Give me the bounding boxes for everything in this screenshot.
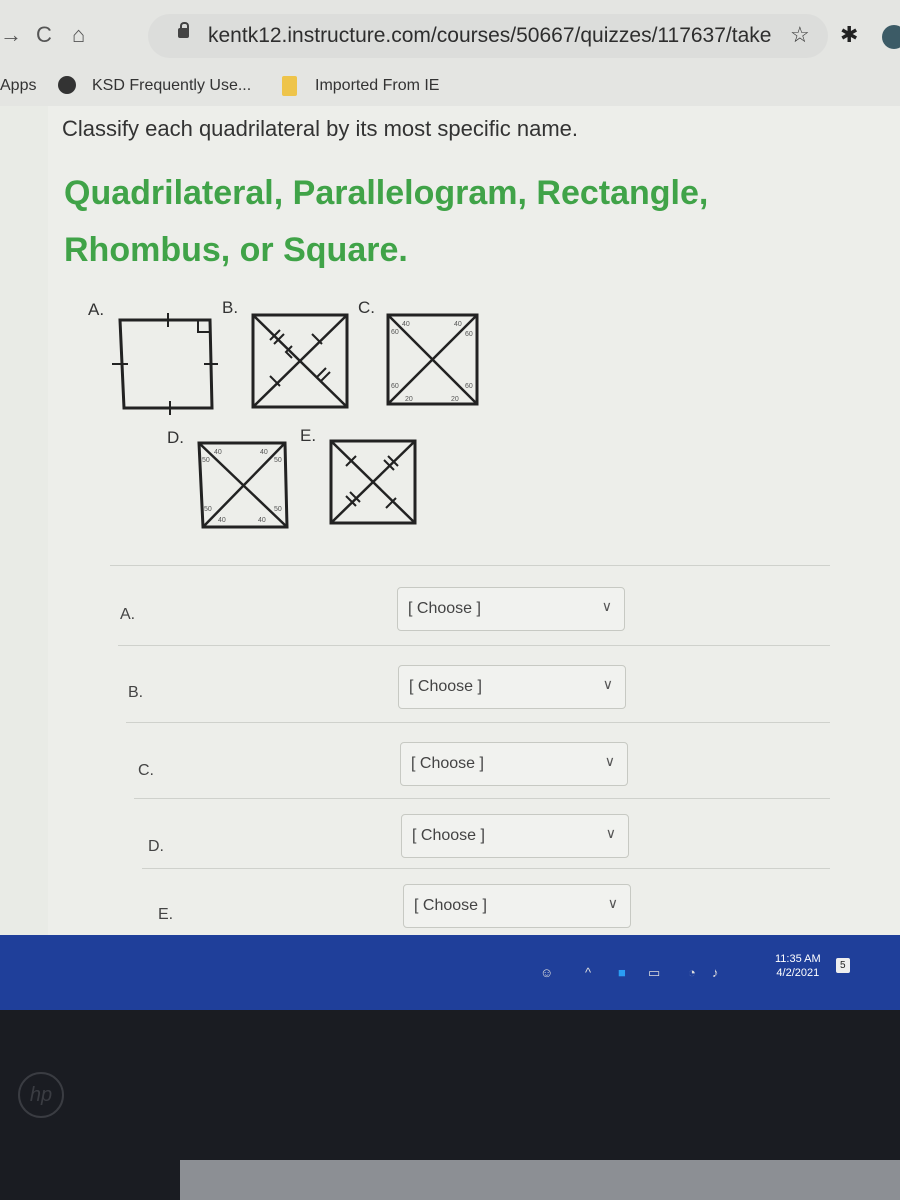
answer-select-e[interactable]: [ Choose ] ∨ <box>403 884 631 928</box>
bookmark-imported[interactable]: Imported From IE <box>315 77 439 95</box>
select-value: [ Choose ] <box>411 755 484 772</box>
chevron-down-icon: ∨ <box>602 676 613 692</box>
angle-label: 40 <box>218 517 226 524</box>
chevron-down-icon: ∨ <box>605 825 616 841</box>
clock-time: 11:35 AM <box>775 953 821 965</box>
forward-button[interactable]: → <box>0 22 22 48</box>
bookmark-ksd[interactable]: KSD Frequently Use... <box>92 77 251 95</box>
chevron-down-icon: ∨ <box>604 753 615 769</box>
divider <box>126 722 830 723</box>
bookmark-apps[interactable]: Apps <box>0 77 36 95</box>
screen: → C ⌂ kentk12.instructure.com/courses/50… <box>0 0 900 1010</box>
answer-label-e: E. <box>158 906 174 923</box>
angle-label: 60 <box>391 329 399 336</box>
angle-label: 50 <box>204 506 212 513</box>
answer-select-b[interactable]: [ Choose ] ∨ <box>398 665 626 709</box>
profile-avatar[interactable] <box>882 25 900 49</box>
angle-label: 60 <box>465 331 473 338</box>
figure-d: 40 50 40 50 50 40 50 40 <box>197 441 289 529</box>
answer-label-b: B. <box>128 684 144 701</box>
angle-label: 20 <box>405 396 413 403</box>
angle-label: 50 <box>274 506 282 513</box>
divider <box>134 798 830 799</box>
options-heading: Quadrilateral, Parallelogram, Rectangle,… <box>64 174 709 269</box>
select-value: [ Choose ] <box>409 678 482 695</box>
battery-icon[interactable]: ▭ <box>648 965 660 981</box>
wifi-icon[interactable]: ◔ <box>688 965 696 980</box>
divider <box>110 565 830 566</box>
notification-icon[interactable]: 5 <box>836 958 850 973</box>
bookmarks-bar: Apps KSD Frequently Use... Imported From… <box>0 68 900 106</box>
angle-label: 20 <box>451 396 459 403</box>
angle-label: 40 <box>402 321 410 328</box>
figure-a-square <box>118 318 214 410</box>
angle-label: 60 <box>391 383 399 390</box>
figure-d-label: D. <box>167 428 184 447</box>
chevron-down-icon: ∨ <box>601 598 612 614</box>
angle-label: 50 <box>274 457 282 464</box>
chevron-down-icon: ∨ <box>607 895 618 911</box>
figure-c-label: C. <box>358 298 375 317</box>
figure-e <box>329 439 417 525</box>
hp-logo: hp <box>18 1072 64 1118</box>
home-button[interactable]: ⌂ <box>72 22 85 48</box>
volume-icon[interactable]: ♪ <box>712 965 719 980</box>
figure-a-label: A. <box>88 300 105 319</box>
url-text[interactable]: kentk12.instructure.com/courses/50667/qu… <box>208 24 771 48</box>
angle-label: 40 <box>214 449 222 456</box>
answer-select-a[interactable]: [ Choose ] ∨ <box>397 587 625 631</box>
folder-icon <box>282 76 297 96</box>
angle-label: 40 <box>258 517 266 524</box>
bookmark-star-icon[interactable]: ☆ <box>790 22 810 48</box>
browser-toolbar: → C ⌂ kentk12.instructure.com/courses/50… <box>0 0 900 68</box>
answer-label-c: C. <box>138 762 154 779</box>
globe-icon <box>58 76 76 94</box>
select-value: [ Choose ] <box>408 600 481 617</box>
right-angle-mark <box>197 320 210 333</box>
windows-taskbar <box>0 935 900 1010</box>
select-value: [ Choose ] <box>414 897 487 914</box>
extensions-icon[interactable]: ✱ <box>840 22 858 48</box>
app-icon[interactable]: ■ <box>618 965 626 980</box>
answer-label-a: A. <box>120 606 136 623</box>
lock-icon <box>178 22 189 38</box>
reload-button[interactable]: C <box>36 22 52 48</box>
chevron-up-icon[interactable]: ^ <box>585 965 591 980</box>
answer-select-d[interactable]: [ Choose ] ∨ <box>401 814 629 858</box>
divider <box>118 645 830 646</box>
system-clock[interactable]: 11:35 AM 4/2/2021 <box>775 952 821 980</box>
divider <box>142 868 830 869</box>
question-instruction: Classify each quadrilateral by its most … <box>62 116 578 141</box>
angle-label: 40 <box>454 321 462 328</box>
answer-label-d: D. <box>148 838 164 855</box>
figure-b <box>251 313 349 409</box>
angle-label: 50 <box>202 457 210 464</box>
select-value: [ Choose ] <box>412 827 485 844</box>
angle-label: 40 <box>260 449 268 456</box>
angle-label: 60 <box>465 383 473 390</box>
figure-b-label: B. <box>222 298 239 317</box>
people-icon[interactable]: ☺ <box>540 965 553 980</box>
tick <box>311 333 323 345</box>
keyboard-area <box>180 1160 900 1200</box>
figure-c: 40 60 40 60 60 20 60 20 <box>386 313 479 406</box>
figure-a <box>112 313 218 415</box>
answer-select-c[interactable]: [ Choose ] ∨ <box>400 742 628 786</box>
clock-date: 4/2/2021 <box>776 967 820 979</box>
figure-e-label: E. <box>300 426 317 445</box>
